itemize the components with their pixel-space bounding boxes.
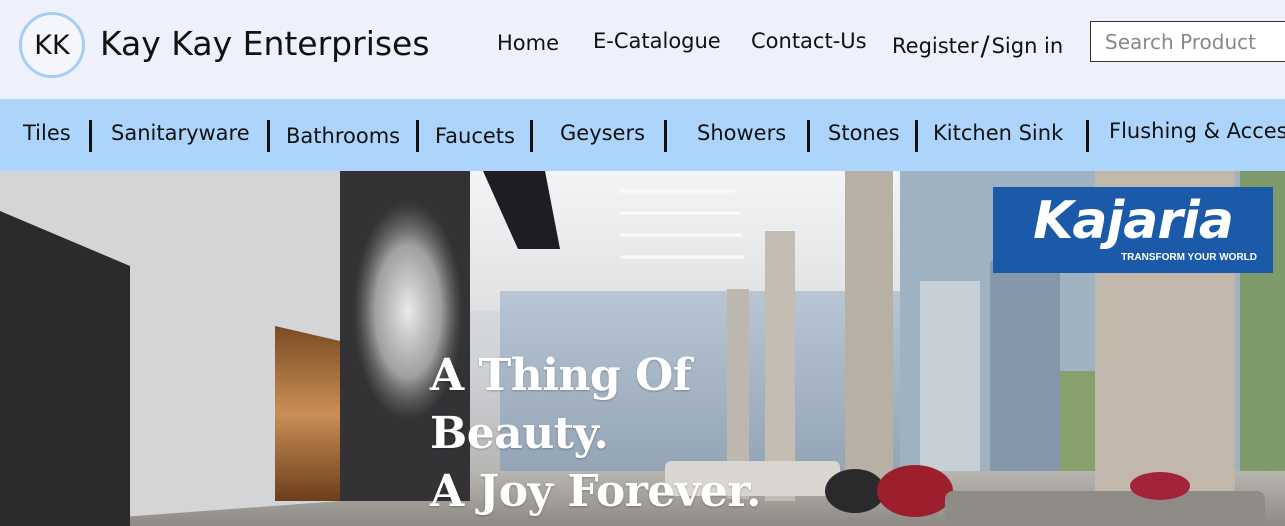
category-divider (416, 120, 419, 152)
brand-name[interactable]: Kay Kay Enterprises (100, 24, 430, 63)
category-divider (89, 120, 92, 152)
hero-tagline-line: A Thing Of (430, 350, 692, 401)
category-faucets[interactable]: Faucets (435, 124, 515, 148)
hero-tagline: A Thing Of Beauty. A Joy Forever. (430, 347, 761, 521)
category-geysers[interactable]: Geysers (560, 121, 645, 145)
nav-auth-separator: / (980, 31, 990, 62)
nav-home-link[interactable]: Home (497, 31, 559, 55)
category-kitchen-sink[interactable]: Kitchen Sink (933, 121, 1063, 145)
search-box (1090, 21, 1285, 62)
category-bar: Tiles Sanitaryware Bathrooms Faucets Gey… (0, 99, 1285, 171)
kajaria-wordmark: Kajaria (1033, 191, 1234, 251)
nav-contact-link[interactable]: Contact-Us (751, 29, 867, 53)
category-divider (267, 120, 270, 152)
kajaria-logo[interactable]: Kajaria TRANSFORM YOUR WORLD (993, 187, 1273, 273)
category-showers[interactable]: Showers (697, 121, 786, 145)
logo[interactable]: KK (19, 12, 85, 78)
category-sanitaryware[interactable]: Sanitaryware (111, 121, 250, 145)
category-divider (664, 120, 667, 152)
nav-auth: Register/Sign in (892, 29, 1064, 62)
category-stones[interactable]: Stones (828, 121, 900, 145)
search-input[interactable] (1091, 22, 1285, 61)
nav-e-catalogue-link[interactable]: E-Catalogue (593, 29, 721, 53)
category-bathrooms[interactable]: Bathrooms (286, 124, 400, 148)
hero-tagline-line: Beauty. (430, 408, 609, 459)
logo-initials: KK (34, 29, 70, 61)
category-divider (807, 120, 810, 152)
category-flushing-accessories[interactable]: Flushing & Accessories (1109, 119, 1285, 143)
category-tiles[interactable]: Tiles (23, 121, 71, 145)
category-divider (915, 120, 918, 152)
site-header: KK Kay Kay Enterprises Home E-Catalogue … (0, 0, 1285, 99)
hero-banner: Kajaria TRANSFORM YOUR WORLD A Thing Of … (0, 171, 1285, 526)
category-divider (1086, 120, 1089, 152)
nav-signin-link[interactable]: Sign in (992, 34, 1064, 58)
nav-register-link[interactable]: Register (892, 34, 978, 58)
category-divider (530, 120, 533, 152)
kajaria-slogan: TRANSFORM YOUR WORLD (1121, 252, 1257, 263)
hero-tagline-line: A Joy Forever. (430, 466, 761, 517)
